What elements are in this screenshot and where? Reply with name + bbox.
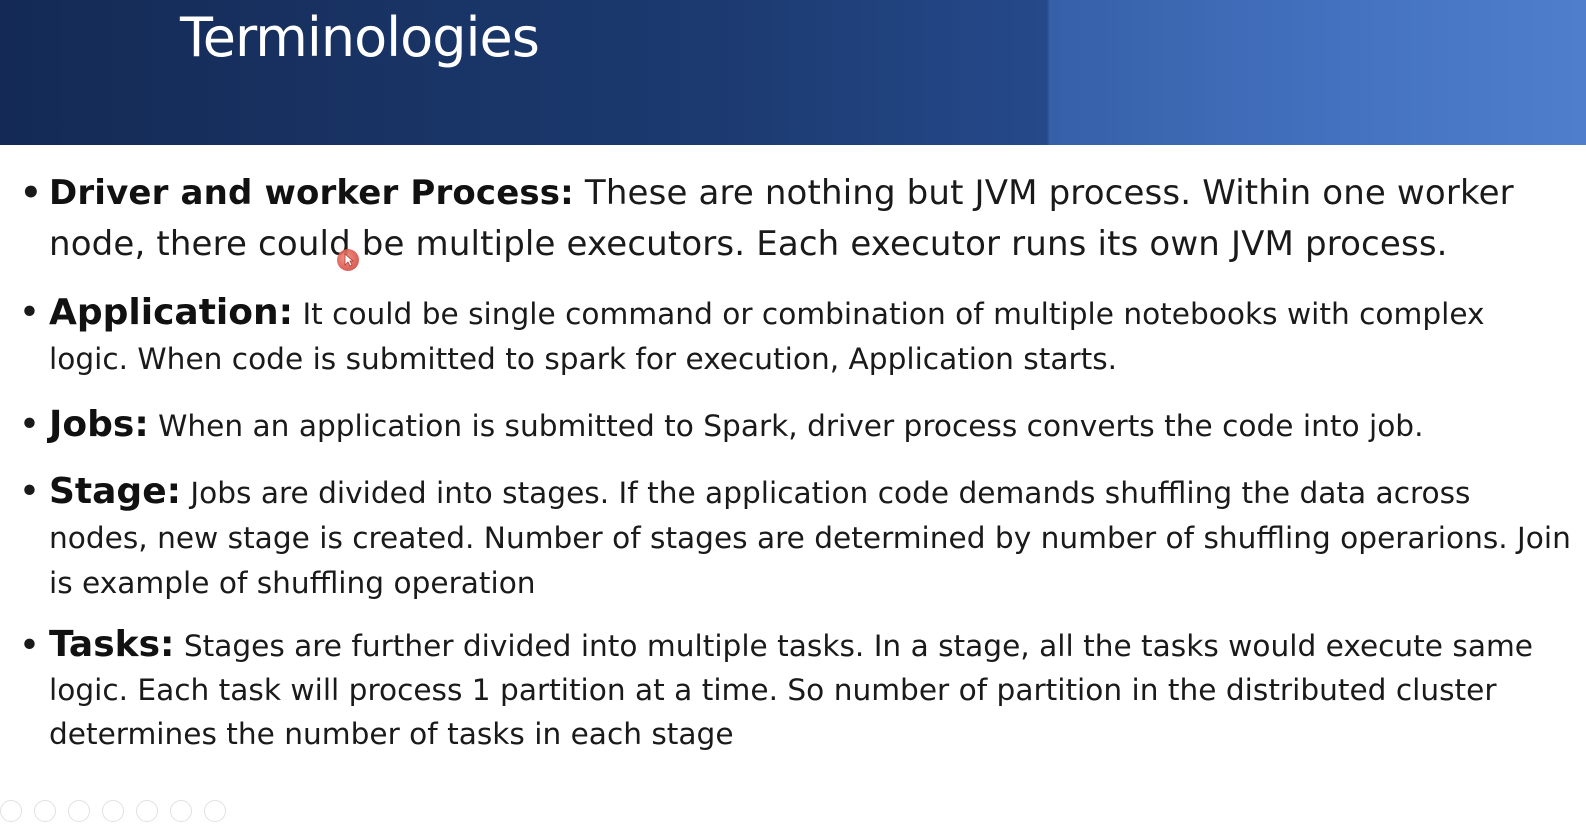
zoom-icon[interactable] xyxy=(136,800,158,822)
pen-icon[interactable] xyxy=(68,800,90,822)
cursor-arrow-icon xyxy=(344,253,354,267)
slides-icon[interactable] xyxy=(102,800,124,822)
presentation-slide: Terminologies • Driver and worker Proces… xyxy=(0,0,1586,824)
bullet-term: Tasks: xyxy=(49,624,175,665)
bullet-item-application: • Application: It could be single comman… xyxy=(16,290,1571,382)
bullet-marker: • xyxy=(20,173,42,213)
bullet-item-tasks: • Tasks: Stages are further divided into… xyxy=(16,623,1571,756)
bullet-term: Stage: xyxy=(49,471,182,512)
more-options-icon[interactable] xyxy=(204,800,226,822)
slide-title: Terminologies xyxy=(180,6,540,69)
bullet-text: Stages are further divided into multiple… xyxy=(49,629,1533,751)
bullet-list: • Driver and worker Process: These are n… xyxy=(16,168,1571,756)
next-slide-icon[interactable] xyxy=(34,800,56,822)
bullet-term: Application: xyxy=(49,292,294,333)
subtitles-icon[interactable] xyxy=(170,800,192,822)
presentation-toolbar xyxy=(0,798,280,824)
bullet-item-stage: • Stage: Jobs are divided into stages. I… xyxy=(16,469,1571,606)
bullet-text: Jobs are divided into stages. If the app… xyxy=(49,476,1571,600)
bullet-marker: • xyxy=(20,295,39,329)
bullet-marker: • xyxy=(20,628,39,662)
bullet-text: When an application is submitted to Spar… xyxy=(148,409,1424,443)
bullet-marker: • xyxy=(20,407,39,441)
bullet-item-jobs: • Jobs: When an application is submitted… xyxy=(16,402,1571,449)
bullet-term: Jobs: xyxy=(49,404,149,445)
previous-slide-icon[interactable] xyxy=(0,800,22,822)
bullet-marker: • xyxy=(20,474,39,508)
bullet-term: Driver and worker Process: xyxy=(49,173,574,213)
bullet-item-driver-worker: • Driver and worker Process: These are n… xyxy=(16,168,1571,270)
slide-header-banner: Terminologies xyxy=(0,0,1586,145)
